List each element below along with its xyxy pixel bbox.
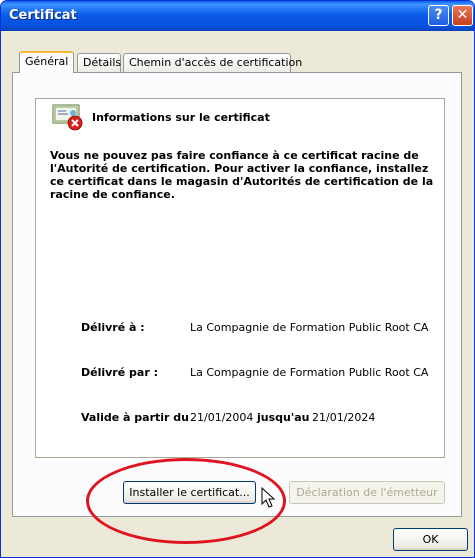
window-title: Certificat (9, 8, 77, 23)
issued-by-label: Délivré par : (81, 366, 158, 379)
install-certificate-button[interactable]: Installer le certificat... (123, 481, 256, 504)
close-button[interactable]: ✕ (452, 5, 473, 26)
issued-to-label: Délivré à : (81, 321, 145, 334)
issued-by-value: La Compagnie de Formation Public Root CA (190, 366, 429, 379)
mouse-cursor-icon (261, 487, 276, 508)
help-button[interactable]: ? (428, 5, 449, 26)
issued-to-value: La Compagnie de Formation Public Root CA (190, 321, 429, 334)
trust-warning-text: Vous ne pouvez pas faire confiance à ce … (50, 149, 434, 201)
valid-from-label: Valide à partir du (81, 411, 190, 424)
valid-to-label: jusqu'au (257, 411, 310, 424)
certificate-error-icon (52, 104, 83, 131)
certificate-info-box: Informations sur le certificat Vous ne p… (35, 98, 445, 458)
certificate-dialog: Certificat ? ✕ Général Détails Chemin d'… (0, 0, 475, 558)
divider (50, 304, 440, 305)
valid-to-value: 21/01/2024 (312, 411, 376, 424)
tab-certification-path[interactable]: Chemin d'accès de certification (123, 53, 302, 72)
info-heading: Informations sur le certificat (92, 111, 270, 124)
tab-details[interactable]: Détails (77, 53, 121, 72)
tab-general[interactable]: Général (19, 51, 74, 73)
issuer-statement-button[interactable]: Déclaration de l'émetteur (289, 481, 445, 504)
title-bar[interactable]: Certificat ? ✕ (1, 1, 474, 31)
divider (50, 136, 440, 137)
ok-button[interactable]: OK (393, 528, 468, 551)
valid-from-value: 21/01/2004 (190, 411, 254, 424)
